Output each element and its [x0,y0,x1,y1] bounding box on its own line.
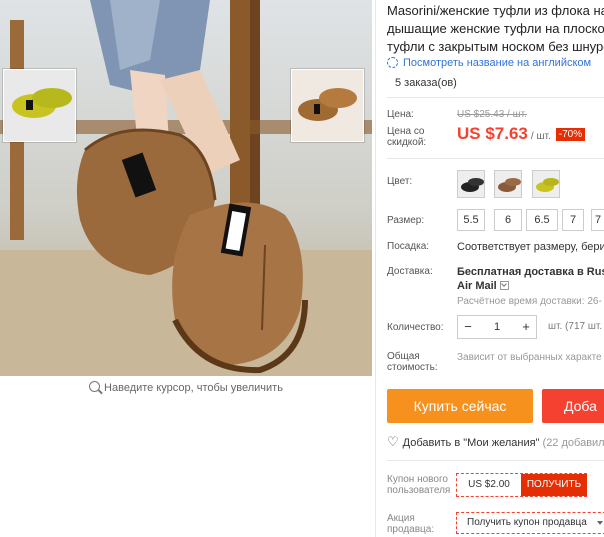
shipping-method: Бесплатная доставка в Russia [457,266,604,278]
translate-title-link[interactable]: Посмотреть название на английском [387,57,591,69]
magnifier-icon [89,381,101,392]
fit-label: Посадка: [387,241,430,252]
get-coupon-button[interactable]: ПОЛУЧИТЬ [521,474,587,496]
column-divider [375,0,376,537]
orders-count: 5 заказа(ов) [395,77,457,89]
discount-price: US $7.63/ шт. -70% [457,124,586,144]
seller-promo-label: Акция продавца: [387,513,435,535]
divider [387,97,604,98]
total-label: Общая стоимость: [387,351,438,373]
delivery-estimate: Расчётное время доставки: 26- [457,296,602,307]
new-user-coupon-label: Купон нового пользователя [387,474,451,496]
heart-icon: ♡ [387,434,399,449]
price-label: Цена: [387,109,414,120]
add-to-cart-button[interactable]: Доба [542,389,604,423]
thumbnail-brown[interactable] [291,69,364,142]
size-option[interactable]: 7 [562,209,584,231]
price-unit: / шт. [530,131,551,142]
thumbnail-yellow[interactable] [3,69,76,142]
size-option[interactable]: 6.5 [526,209,558,231]
divider [387,460,604,461]
original-price: US $25.43 / шт. [457,109,527,120]
quantity-available: шт. (717 шт. [548,321,603,332]
product-gallery: Наведите курсор, чтобы увеличить [0,0,372,537]
dropdown-icon[interactable] [499,281,509,290]
fit-value: Соответствует размеру, берите [457,241,604,253]
color-label: Цвет: [387,176,413,187]
color-swatch-black[interactable] [457,170,485,198]
discount-price-label: Цена со скидкой: [387,126,427,148]
shipping-carrier[interactable]: Air Mail [457,280,509,292]
add-to-wishlist[interactable]: ♡Добавить в "Мои желания" (22 добавили) [387,434,604,450]
main-product-image[interactable] [0,0,372,376]
coupon-amount: US $2.00 [468,479,510,490]
product-title: Masorini/женские туфли из флока на дышащ… [387,3,604,54]
seller-coupon-dropdown[interactable]: Получить купон продавца [456,512,604,534]
total-value: Зависит от выбранных характе [457,352,602,363]
quantity-input[interactable]: 1 [478,316,516,338]
color-swatch-yellow[interactable] [532,170,560,198]
zoom-hint: Наведите курсор, чтобы увеличить [0,381,372,394]
translate-icon [387,57,398,68]
buy-now-button[interactable]: Купить сейчас [387,389,533,423]
size-option[interactable]: 6 [494,209,522,231]
new-user-coupon: US $2.00 ПОЛУЧИТЬ [456,473,587,497]
size-option[interactable]: 7 [591,209,604,231]
shipping-label: Доставка: [387,266,433,277]
quantity-decrease-button[interactable]: − [458,316,478,338]
quantity-label: Количество: [387,322,444,333]
color-swatch-brown[interactable] [494,170,522,198]
divider [387,158,604,159]
quantity-increase-button[interactable]: + [516,316,536,338]
size-label: Размер: [387,215,425,226]
caret-down-icon [597,521,603,525]
price-amount: US $7.63 [457,124,528,143]
quantity-stepper: − 1 + [457,315,537,339]
product-detail: Masorini/женские туфли из флока на дышащ… [387,0,604,537]
discount-badge: -70% [555,128,586,141]
size-option[interactable]: 5.5 [457,209,485,231]
